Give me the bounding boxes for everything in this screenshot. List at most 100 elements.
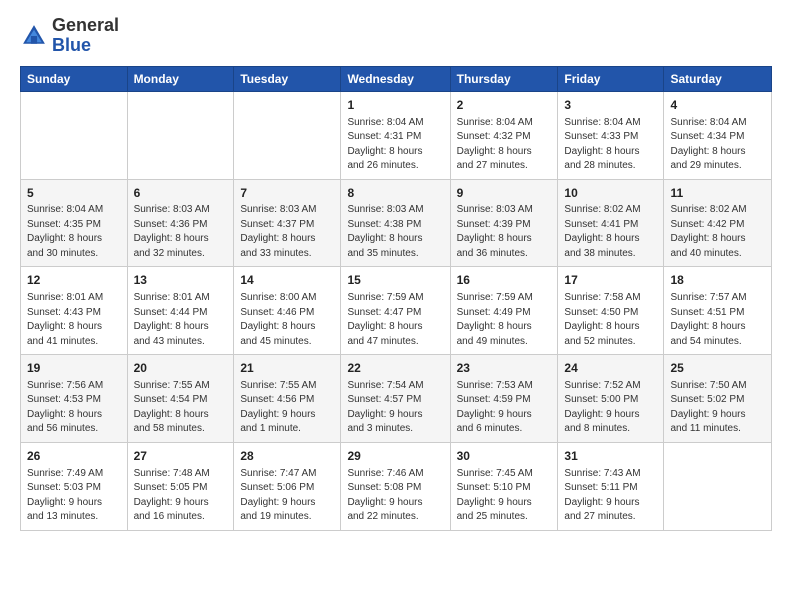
day-info: Sunrise: 8:04 AM Sunset: 4:33 PM Dayligh… [564,116,657,174]
day-number: 10 [564,185,657,202]
day-number: 12 [27,272,121,289]
day-number: 4 [670,97,765,114]
calendar-cell: 10Sunrise: 8:02 AM Sunset: 4:41 PM Dayli… [558,179,664,267]
day-info: Sunrise: 7:57 AM Sunset: 4:51 PM Dayligh… [670,291,765,349]
day-number: 19 [27,360,121,377]
day-info: Sunrise: 8:02 AM Sunset: 4:41 PM Dayligh… [564,203,657,261]
weekday-header-wednesday: Wednesday [341,66,450,91]
day-info: Sunrise: 8:00 AM Sunset: 4:46 PM Dayligh… [240,291,334,349]
calendar-cell: 21 Sunrise: 7:55 AM Sunset: 4:56 PM Dayli… [234,355,341,443]
day-number: 13 [134,272,228,289]
weekday-header-tuesday: Tuesday [234,66,341,91]
day-info: Sunrise: 8:03 AM Sunset: 4:36 PM Dayligh… [134,203,228,261]
calendar-cell [234,91,341,179]
day-number: 20 [134,360,228,377]
calendar-week-row: 5Sunrise: 8:04 AM Sunset: 4:35 PM Daylig… [21,179,772,267]
day-info: Sunrise: 8:04 AM Sunset: 4:31 PM Dayligh… [347,116,443,174]
day-info: Sunrise: 7:55 AM Sunset: 4:56 PM Dayligh… [240,379,334,437]
calendar-cell: 5Sunrise: 8:04 AM Sunset: 4:35 PM Daylig… [21,179,128,267]
header: General Blue [20,16,772,56]
day-number: 5 [27,185,121,202]
calendar-cell: 30Sunrise: 7:45 AM Sunset: 5:10 PM Dayli… [450,442,558,530]
weekday-header-thursday: Thursday [450,66,558,91]
calendar-week-row: 12 Sunrise: 8:01 AM Sunset: 4:43 PM Dayli… [21,267,772,355]
calendar-cell: 19 Sunrise: 7:56 AM Sunset: 4:53 PM Dayli… [21,355,128,443]
day-info: Sunrise: 7:43 AM Sunset: 5:11 PM Dayligh… [564,467,657,525]
day-number: 3 [564,97,657,114]
day-number: 26 [27,448,121,465]
day-number: 1 [347,97,443,114]
logo-blue-text: Blue [52,35,91,55]
calendar-cell: 3 Sunrise: 8:04 AM Sunset: 4:33 PM Daylig… [558,91,664,179]
weekday-header-monday: Monday [127,66,234,91]
calendar-cell: 15 Sunrise: 7:59 AM Sunset: 4:47 PM Dayli… [341,267,450,355]
logo-icon [20,22,48,50]
calendar-cell [21,91,128,179]
calendar-cell: 1 Sunrise: 8:04 AM Sunset: 4:31 PM Daylig… [341,91,450,179]
day-info: Sunrise: 8:04 AM Sunset: 4:35 PM Dayligh… [27,203,121,261]
calendar-cell: 29 Sunrise: 7:46 AM Sunset: 5:08 PM Dayli… [341,442,450,530]
day-number: 11 [670,185,765,202]
day-number: 22 [347,360,443,377]
day-info: Sunrise: 7:56 AM Sunset: 4:53 PM Dayligh… [27,379,121,437]
day-info: Sunrise: 7:52 AM Sunset: 5:00 PM Dayligh… [564,379,657,437]
calendar-cell: 7Sunrise: 8:03 AM Sunset: 4:37 PM Daylig… [234,179,341,267]
day-info: Sunrise: 8:02 AM Sunset: 4:42 PM Dayligh… [670,203,765,261]
day-info: Sunrise: 8:01 AM Sunset: 4:44 PM Dayligh… [134,291,228,349]
day-number: 9 [457,185,552,202]
calendar-header-row: SundayMondayTuesdayWednesdayThursdayFrid… [21,66,772,91]
calendar-cell: 28Sunrise: 7:47 AM Sunset: 5:06 PM Dayli… [234,442,341,530]
day-number: 16 [457,272,552,289]
calendar-cell: 27 Sunrise: 7:48 AM Sunset: 5:05 PM Dayli… [127,442,234,530]
weekday-header-friday: Friday [558,66,664,91]
day-info: Sunrise: 7:46 AM Sunset: 5:08 PM Dayligh… [347,467,443,525]
day-info: Sunrise: 7:59 AM Sunset: 4:49 PM Dayligh… [457,291,552,349]
day-number: 14 [240,272,334,289]
page: General Blue SundayMondayTuesdayWednesda… [0,0,792,612]
calendar-cell: 16 Sunrise: 7:59 AM Sunset: 4:49 PM Dayli… [450,267,558,355]
day-info: Sunrise: 8:03 AM Sunset: 4:39 PM Dayligh… [457,203,552,261]
day-info: Sunrise: 8:01 AM Sunset: 4:43 PM Dayligh… [27,291,121,349]
day-info: Sunrise: 7:53 AM Sunset: 4:59 PM Dayligh… [457,379,552,437]
day-number: 8 [347,185,443,202]
day-info: Sunrise: 7:54 AM Sunset: 4:57 PM Dayligh… [347,379,443,437]
day-number: 6 [134,185,228,202]
day-number: 18 [670,272,765,289]
calendar-cell: 18 Sunrise: 7:57 AM Sunset: 4:51 PM Dayli… [664,267,772,355]
day-number: 25 [670,360,765,377]
calendar-cell: 25Sunrise: 7:50 AM Sunset: 5:02 PM Dayli… [664,355,772,443]
day-info: Sunrise: 7:55 AM Sunset: 4:54 PM Dayligh… [134,379,228,437]
day-number: 31 [564,448,657,465]
weekday-header-sunday: Sunday [21,66,128,91]
weekday-header-saturday: Saturday [664,66,772,91]
day-number: 15 [347,272,443,289]
day-number: 29 [347,448,443,465]
calendar-cell: 20 Sunrise: 7:55 AM Sunset: 4:54 PM Dayli… [127,355,234,443]
calendar-cell: 22 Sunrise: 7:54 AM Sunset: 4:57 PM Dayli… [341,355,450,443]
day-info: Sunrise: 7:48 AM Sunset: 5:05 PM Dayligh… [134,467,228,525]
calendar-cell: 23Sunrise: 7:53 AM Sunset: 4:59 PM Dayli… [450,355,558,443]
day-info: Sunrise: 7:47 AM Sunset: 5:06 PM Dayligh… [240,467,334,525]
calendar-cell: 9Sunrise: 8:03 AM Sunset: 4:39 PM Daylig… [450,179,558,267]
day-info: Sunrise: 8:04 AM Sunset: 4:32 PM Dayligh… [457,116,552,174]
calendar-cell [664,442,772,530]
logo: General Blue [20,16,119,56]
day-info: Sunrise: 7:49 AM Sunset: 5:03 PM Dayligh… [27,467,121,525]
calendar-cell: 26 Sunrise: 7:49 AM Sunset: 5:03 PM Dayli… [21,442,128,530]
day-number: 7 [240,185,334,202]
calendar-cell [127,91,234,179]
day-info: Sunrise: 7:59 AM Sunset: 4:47 PM Dayligh… [347,291,443,349]
day-info: Sunrise: 8:03 AM Sunset: 4:38 PM Dayligh… [347,203,443,261]
calendar-cell: 17Sunrise: 7:58 AM Sunset: 4:50 PM Dayli… [558,267,664,355]
day-number: 27 [134,448,228,465]
calendar-cell: 31 Sunrise: 7:43 AM Sunset: 5:11 PM Dayli… [558,442,664,530]
calendar-week-row: 1 Sunrise: 8:04 AM Sunset: 4:31 PM Daylig… [21,91,772,179]
calendar-cell: 24Sunrise: 7:52 AM Sunset: 5:00 PM Dayli… [558,355,664,443]
day-info: Sunrise: 7:45 AM Sunset: 5:10 PM Dayligh… [457,467,552,525]
calendar-cell: 14 Sunrise: 8:00 AM Sunset: 4:46 PM Dayli… [234,267,341,355]
day-number: 21 [240,360,334,377]
calendar-cell: 8Sunrise: 8:03 AM Sunset: 4:38 PM Daylig… [341,179,450,267]
calendar-cell: 2Sunrise: 8:04 AM Sunset: 4:32 PM Daylig… [450,91,558,179]
calendar-week-row: 26 Sunrise: 7:49 AM Sunset: 5:03 PM Dayli… [21,442,772,530]
calendar-cell: 6Sunrise: 8:03 AM Sunset: 4:36 PM Daylig… [127,179,234,267]
